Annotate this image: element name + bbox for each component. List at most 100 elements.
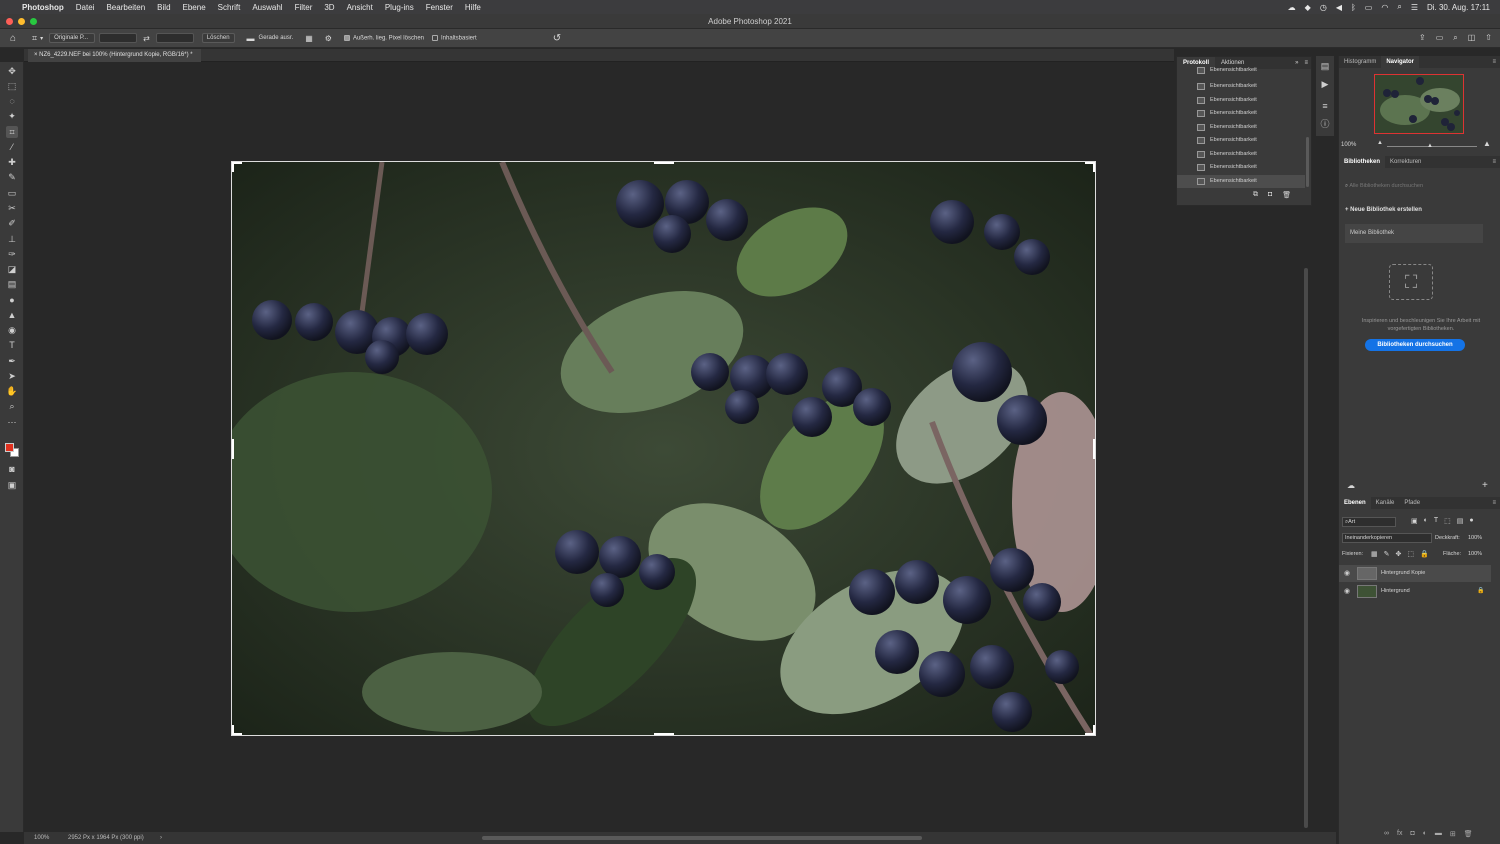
eraser-tool-icon[interactable]: ◪ — [6, 263, 18, 275]
gradient-tool-icon[interactable]: ▤ — [6, 278, 18, 290]
zoom-level[interactable]: 100% — [34, 832, 49, 844]
adjustments-panel-icon[interactable]: ≡ — [1319, 100, 1331, 112]
chevron-right-icon[interactable]: › — [160, 832, 162, 844]
tab-navigator[interactable]: Navigator — [1381, 56, 1420, 68]
opacity-value[interactable]: 100% — [1468, 535, 1482, 541]
control-center-icon[interactable]: ☰ — [1411, 3, 1418, 12]
height-field[interactable] — [155, 33, 194, 43]
stamp-tool-icon[interactable]: ⊥ — [6, 233, 18, 245]
menu-plugins[interactable]: Plug-ins — [385, 3, 414, 12]
eyedropper-tool-icon[interactable]: ⁄ — [6, 141, 18, 153]
straighten-label[interactable]: Gerade ausr. — [259, 35, 294, 41]
tab-bibliotheken[interactable]: Bibliotheken — [1339, 156, 1386, 168]
history-item[interactable]: Ebenensichtbarkeit — [1177, 148, 1305, 161]
delete-layer-icon[interactable]: 🗑 — [1464, 830, 1473, 838]
new-library-button[interactable]: + Neue Bibliothek erstellen — [1345, 207, 1422, 213]
straighten-icon[interactable]: ▬ — [247, 34, 255, 43]
checkbox-icon[interactable] — [432, 34, 438, 41]
checkbox-icon[interactable] — [343, 34, 350, 41]
dodge-tool-icon[interactable]: ◉ — [6, 324, 18, 336]
crop-handle-bottom-right-v[interactable] — [1093, 725, 1095, 735]
canvas-horizontal-scrollbar[interactable] — [482, 836, 922, 840]
battery-icon[interactable]: ▭ — [1365, 3, 1373, 12]
healing-brush-tool-icon[interactable]: ✚ — [6, 156, 18, 168]
more-tools-icon[interactable]: ⋯ — [6, 416, 18, 428]
volume-icon[interactable]: ◀ — [1336, 3, 1342, 12]
history-item[interactable]: Ebenensichtbarkeit — [1177, 94, 1305, 107]
tab-ebenen[interactable]: Ebenen — [1339, 497, 1371, 509]
clear-button[interactable]: Löschen — [201, 33, 235, 43]
document-image[interactable] — [231, 161, 1096, 736]
document-tab[interactable]: × NZ6_4229.NEF bei 100% (Hintergrund Kop… — [28, 49, 201, 62]
path-selection-tool-icon[interactable]: ➤ — [6, 370, 18, 382]
frame-icon[interactable]: ◫ — [1468, 33, 1476, 43]
tab-kanaele[interactable]: Kanäle — [1371, 497, 1400, 509]
magic-wand-tool-icon[interactable]: ✦ — [6, 110, 18, 122]
zoom-out-icon[interactable]: ▲ — [1377, 140, 1383, 146]
history-panel-icon[interactable]: ▤ — [1319, 60, 1331, 72]
menu-datei[interactable]: Datei — [76, 3, 95, 12]
content-aware-option[interactable]: Inhaltsbasiert — [432, 34, 477, 41]
fill-value[interactable]: 100% — [1468, 551, 1482, 557]
menu-app-name[interactable]: Photoshop — [22, 3, 64, 12]
navigator-zoom-slider-thumb[interactable]: ▲ — [1427, 143, 1433, 149]
close-window-icon[interactable] — [6, 18, 13, 25]
add-content-icon[interactable]: + — [1482, 480, 1488, 491]
adjustment-layer-icon[interactable]: ◐ — [1423, 830, 1427, 838]
chevron-down-icon[interactable]: ▾ — [40, 35, 43, 42]
crop-handle-right-middle[interactable] — [1093, 439, 1095, 459]
filter-shape-icon[interactable]: ⬚ — [1444, 517, 1451, 525]
layer-filter-select[interactable]: ⌕Art — [1342, 517, 1396, 527]
menu-auswahl[interactable]: Auswahl — [252, 3, 282, 12]
crop-tool-icon[interactable]: ⌗ — [6, 126, 18, 138]
home-icon[interactable]: ⌂ — [10, 33, 16, 44]
history-item[interactable]: Ebenensichtbarkeit — [1177, 134, 1305, 147]
move-tool-icon[interactable]: ✥ — [6, 65, 18, 77]
tab-histogramm[interactable]: Histogramm — [1339, 56, 1381, 68]
creative-cloud-icon[interactable]: ☁ — [1288, 3, 1296, 12]
maximize-window-icon[interactable] — [30, 18, 37, 25]
bluetooth-icon[interactable]: ᛒ — [1351, 3, 1356, 12]
filter-text-icon[interactable]: T — [1434, 517, 1438, 525]
filter-pixel-icon[interactable]: ▣ — [1411, 517, 1418, 525]
history-item[interactable]: Ebenensichtbarkeit — [1177, 107, 1305, 120]
marquee-tool-icon[interactable]: ⬚ — [6, 80, 18, 92]
panel-menu-icon[interactable]: ≡ — [1487, 156, 1500, 168]
filter-adjustment-icon[interactable]: ◐ — [1424, 517, 1428, 525]
cloud-icon[interactable]: ☁ — [1347, 481, 1355, 490]
crop-handle-bottom-left-v[interactable] — [232, 725, 234, 735]
swap-icon[interactable]: ⇄ — [143, 34, 150, 43]
history-brush-tool-icon[interactable]: ✑ — [6, 248, 18, 260]
blend-mode-select[interactable]: Ineinanderkopieren — [1342, 533, 1432, 543]
foreground-color-swatch[interactable] — [5, 443, 14, 452]
datetime[interactable]: Di. 30. Aug. 17:11 — [1427, 3, 1490, 12]
zoom-in-icon[interactable]: ▲ — [1483, 139, 1491, 148]
actions-panel-icon[interactable]: ▶ — [1319, 78, 1331, 90]
crop-handle-bottom-middle[interactable] — [654, 733, 674, 735]
lock-transparency-icon[interactable]: ▦ — [1371, 550, 1378, 558]
menu-fenster[interactable]: Fenster — [426, 3, 453, 12]
link-layers-icon[interactable]: ∞ — [1384, 830, 1389, 838]
navigator-zoom-value[interactable]: 100% — [1341, 142, 1356, 148]
scissors-tool-icon[interactable]: ✂ — [6, 202, 18, 214]
new-document-from-state-icon[interactable]: ⧉ — [1253, 191, 1258, 199]
layer-name[interactable]: Hintergrund — [1381, 583, 1410, 600]
search-icon[interactable]: ⌕ — [1453, 33, 1457, 43]
delete-cropped-option[interactable]: Außerh. lieg. Pixel löschen — [343, 34, 424, 41]
menu-hilfe[interactable]: Hilfe — [465, 3, 481, 12]
search-icon[interactable]: ⌕ — [1397, 2, 1401, 12]
quick-mask-icon[interactable]: ◙ — [6, 463, 18, 475]
hand-tool-icon[interactable]: ✋ — [6, 385, 18, 397]
layer-row[interactable]: ◉ Hintergrund 🔒 — [1339, 583, 1491, 600]
visibility-eye-icon[interactable]: ◉ — [1344, 583, 1350, 600]
my-library-item[interactable]: Meine Bibliothek — [1345, 224, 1483, 243]
panel-menu-icon[interactable]: ≡ — [1487, 497, 1500, 509]
reset-icon[interactable]: ↺ — [553, 33, 561, 44]
layer-row-selected[interactable]: ◉ Hintergrund Kopie — [1339, 565, 1491, 582]
canvas-vertical-scrollbar[interactable] — [1304, 268, 1308, 828]
visibility-eye-icon[interactable]: ◉ — [1344, 565, 1350, 582]
tab-pfade[interactable]: Pfade — [1399, 497, 1425, 509]
new-group-icon[interactable]: ▬ — [1435, 830, 1442, 838]
lock-icon[interactable]: 🔒 — [1477, 583, 1484, 600]
filter-smartobject-icon[interactable]: ▤ — [1457, 517, 1464, 525]
